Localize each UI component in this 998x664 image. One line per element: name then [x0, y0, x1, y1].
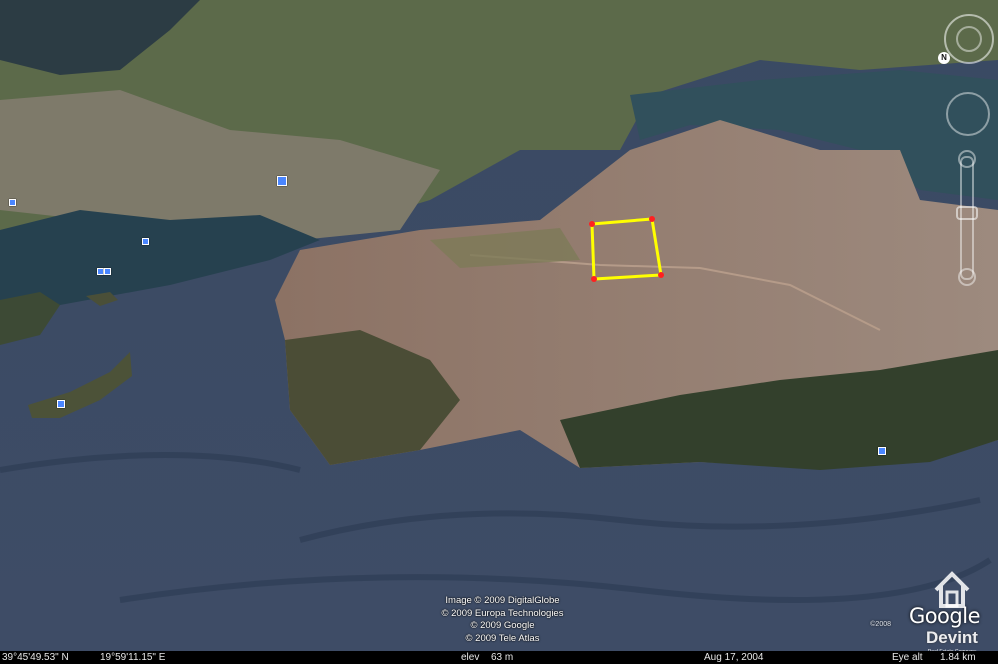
- zoom-slider-handle[interactable]: [956, 206, 978, 220]
- attribution-line: © 2009 Google: [470, 620, 535, 631]
- imagery-attribution: Image © 2009 DigitalGlobe © 2009 Europa …: [400, 595, 605, 645]
- attribution-line: © 2009 Europa Technologies: [441, 607, 564, 619]
- map-viewport[interactable]: N Image © 2009 DigitalGlobe © 2009 Europ…: [0, 0, 998, 664]
- parcel-vertex: [591, 276, 597, 282]
- attribution-line: © 2009 Tele Atlas: [465, 632, 540, 644]
- tilt-button[interactable]: [956, 26, 982, 52]
- placemark-icon[interactable]: [9, 199, 16, 206]
- look-joystick[interactable]: [946, 92, 990, 136]
- navigation-controls[interactable]: N: [938, 10, 996, 290]
- status-bar: 39°45'49.53" N 19°59'11.15" E elev 63 m …: [0, 651, 998, 664]
- placemark-icon[interactable]: [57, 400, 65, 408]
- watermark-label: Devint: [926, 628, 978, 647]
- elevation-label: elev: [461, 652, 480, 663]
- placemark-icon[interactable]: [142, 238, 149, 245]
- imagery-date: Aug 17, 2004: [704, 652, 764, 663]
- attribution-line: Image © 2009 DigitalGlobe: [445, 595, 560, 606]
- elevation-value: 63 m: [491, 652, 514, 663]
- house-icon: [934, 571, 970, 608]
- north-indicator[interactable]: N: [938, 52, 950, 64]
- satellite-imagery[interactable]: [0, 0, 998, 664]
- eye-altitude-label: Eye alt: [892, 652, 923, 663]
- eye-altitude-value: 1.84 km: [940, 652, 976, 663]
- parcel-vertex: [658, 272, 664, 278]
- latitude-readout: 39°45'49.53" N: [2, 652, 69, 663]
- placemark-icon[interactable]: [277, 176, 287, 186]
- placemark-icon[interactable]: [104, 268, 111, 275]
- rotate-ring[interactable]: [944, 14, 994, 64]
- longitude-readout: 19°59'11.15" E: [100, 652, 166, 663]
- placemark-icon[interactable]: [97, 268, 104, 275]
- logo-copyright: ©2008: [870, 621, 891, 628]
- parcel-vertex: [589, 221, 595, 227]
- parcel-vertex: [649, 216, 655, 222]
- devint-watermark: Devint Real Estate Company: [920, 570, 984, 655]
- zoom-out-button[interactable]: [958, 268, 976, 286]
- placemark-icon[interactable]: [878, 447, 886, 455]
